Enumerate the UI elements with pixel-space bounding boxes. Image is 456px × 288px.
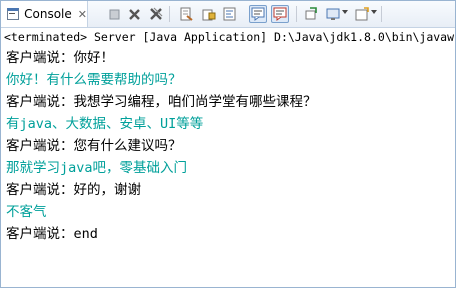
show-on-stdout-icon[interactable] (249, 5, 267, 23)
show-on-stderr-icon[interactable] (271, 5, 289, 23)
console-line: 客户端说：您有什么建议吗？ (6, 138, 182, 154)
open-console-icon[interactable] (353, 5, 371, 23)
chevron-down-icon[interactable] (342, 10, 348, 14)
scroll-lock-icon[interactable] (200, 5, 218, 23)
console-line: 不客气 (6, 204, 47, 220)
pin-console-icon[interactable] (302, 5, 320, 23)
toolbar-separator (296, 6, 297, 22)
console-line: 客户端说：end (6, 226, 98, 242)
remove-launch-icon[interactable] (125, 5, 143, 23)
stop-icon[interactable] (105, 5, 123, 23)
toolbar-separator (381, 6, 382, 22)
console-line: 那就学习java吧，零基础入门 (6, 160, 188, 176)
remove-all-icon[interactable] (147, 5, 165, 23)
display-console-icon[interactable] (324, 5, 342, 23)
process-status-header: <terminated> Server [Java Application] D… (1, 28, 455, 46)
console-line: 客户端说：你好！ (6, 50, 114, 66)
console-toolbar: Console ✕ (1, 1, 455, 28)
console-line: 你好！有什么需要帮助的吗？ (6, 72, 182, 88)
chevron-down-icon[interactable] (371, 10, 377, 14)
word-wrap-icon[interactable] (221, 5, 239, 23)
console-icon (7, 8, 20, 20)
tab-label: Console (24, 7, 72, 21)
console-line: 有java、大数据、安卓、UI等等 (6, 116, 204, 132)
tab-console[interactable]: Console ✕ (1, 1, 88, 27)
console-line: 客户端说：好的，谢谢 (6, 182, 141, 198)
toolbar-separator (169, 6, 170, 22)
clear-console-icon[interactable] (177, 5, 195, 23)
console-output[interactable]: 客户端说：你好！ 你好！有什么需要帮助的吗？ 客户端说：我想学习编程，咱们尚学堂… (1, 47, 455, 287)
console-view: Console ✕ <terminated> Server [Java Appl… (0, 0, 456, 288)
console-line: 客户端说：我想学习编程，咱们尚学堂有哪些课程？ (6, 94, 317, 110)
close-icon[interactable]: ✕ (78, 8, 87, 21)
